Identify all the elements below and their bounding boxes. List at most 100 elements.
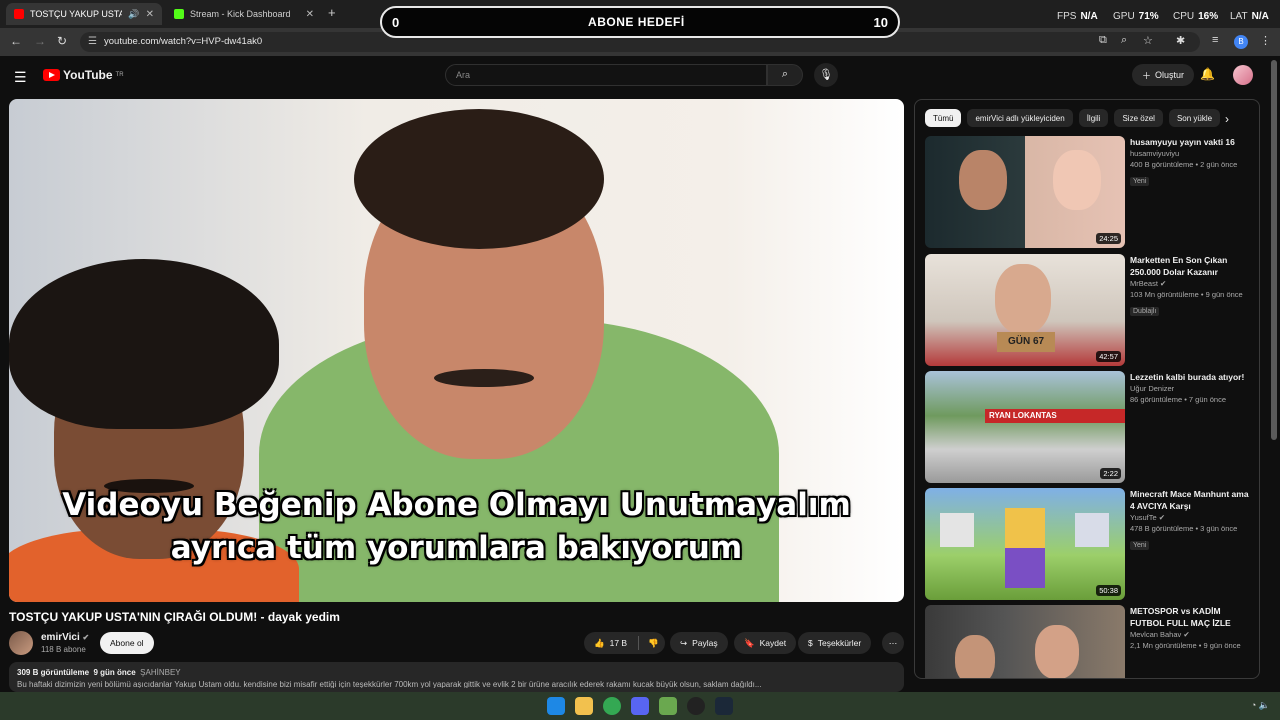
- share-button[interactable]: ↪ Paylaş: [670, 632, 728, 654]
- caption-line-1: Videoyu Beğenip Abone Olmayı Unutmayalım: [62, 487, 851, 523]
- rec-channel-text: Mevlcan Bahav: [1130, 630, 1182, 639]
- rec-meta: 86 görüntüleme • 7 gün önce: [1130, 395, 1227, 404]
- tab-title: Stream - Kick Dashboard: [190, 9, 291, 19]
- media-icon[interactable]: ≡: [1212, 34, 1218, 46]
- video-thumbnail[interactable]: [925, 605, 1125, 678]
- rec-meta: 2,1 Mn görüntüleme • 9 gün önce: [1130, 641, 1241, 650]
- account-avatar[interactable]: [1233, 65, 1253, 85]
- youtube-header: ☰ YouTube TR Ara ⌕ 🎙 ＋ Oluştur 🔔: [0, 56, 1280, 96]
- microphone-icon[interactable]: 🎙: [814, 63, 838, 87]
- video-caption: Videoyu Beğenip Abone Olmayı Unutmayalım…: [9, 484, 904, 570]
- search-icon[interactable]: ⌕: [767, 64, 803, 86]
- subscribe-button[interactable]: Abone ol: [100, 632, 154, 654]
- rec-channel-text: MrBeast: [1130, 279, 1158, 288]
- notifications-bell-icon[interactable]: 🔔: [1200, 67, 1215, 81]
- thumbs-up-icon: 👍: [594, 637, 605, 648]
- speaker-tray-icon: 🔈: [1258, 700, 1270, 710]
- channel-name-text: emirVici: [41, 632, 80, 643]
- save-button[interactable]: 🔖 Kaydet: [734, 632, 797, 654]
- like-button[interactable]: 👍 17 B 👎: [584, 632, 665, 654]
- location-tag[interactable]: ŞAHİNBEY: [140, 668, 180, 677]
- chrome-icon[interactable]: [603, 697, 621, 715]
- thumb-sign: GÜN 67: [997, 332, 1055, 352]
- rec-title: METOSPOR vs KADİM FUTBOL FULL MAÇ İZLE: [1130, 606, 1231, 628]
- youtube-logo[interactable]: YouTube TR: [43, 68, 124, 82]
- thanks-button[interactable]: $ Teşekkürler: [798, 632, 872, 654]
- video-thumbnail[interactable]: RYAN LOKANTAS 2:22: [925, 371, 1125, 483]
- rec-title: Marketten En Son Çıkan 250.000 Dolar Kaz…: [1130, 255, 1228, 277]
- close-tab-icon[interactable]: ✕: [306, 9, 314, 20]
- video-player[interactable]: Videoyu Beğenip Abone Olmayı Unutmayalım…: [9, 99, 904, 602]
- zoom-icon[interactable]: ⌕: [1121, 34, 1127, 47]
- chip-all[interactable]: Tümü: [925, 109, 962, 127]
- recommendation-item[interactable]: 50:38 Minecraft Mace Manhunt ama 4 AVCIY…: [925, 488, 1255, 600]
- chevron-right-icon[interactable]: ›: [1225, 112, 1229, 126]
- bookmark-star-icon[interactable]: ☆: [1143, 34, 1153, 47]
- obs-icon[interactable]: [687, 697, 705, 715]
- chip-from-uploader[interactable]: emirVici adlı yükleyiciden: [967, 109, 1073, 127]
- install-icon[interactable]: ⧉: [1099, 34, 1107, 47]
- recommendation-item[interactable]: GÜN 67 42:57 Marketten En Son Çıkan 250.…: [925, 254, 1255, 366]
- recommendation-item[interactable]: 24:25 husamyuyu yayın vakti 16 husamviyu…: [925, 136, 1255, 248]
- channel-avatar[interactable]: [9, 631, 33, 655]
- profile-avatar[interactable]: B: [1234, 35, 1248, 49]
- description-box[interactable]: 309 B görüntüleme 9 gün önce ŞAHİNBEY Bu…: [9, 662, 904, 692]
- logo-text: YouTube: [63, 68, 113, 82]
- site-info-icon[interactable]: ☰: [88, 36, 97, 47]
- share-icon: ↪: [680, 637, 688, 648]
- create-label: Oluştur: [1155, 70, 1185, 80]
- cpu-value: 16%: [1198, 11, 1219, 22]
- rec-channel: MrBeast ✔: [1130, 278, 1255, 289]
- system-tray[interactable]: ◔ 🔈: [1251, 700, 1270, 711]
- verified-icon: ✔: [1183, 630, 1190, 639]
- description-text: Bu haftaki dizimizin yeni bölümü aşıcıda…: [17, 680, 762, 688]
- channel-name[interactable]: emirVici ✔: [41, 632, 89, 643]
- recommendation-item[interactable]: METOSPOR vs KADİM FUTBOL FULL MAÇ İZLE M…: [925, 605, 1255, 678]
- menu-kebab-icon[interactable]: ⋮: [1260, 34, 1271, 47]
- duration-badge: 42:57: [1096, 351, 1121, 362]
- thumbs-down-icon[interactable]: 👎: [648, 638, 659, 649]
- video-thumbnail[interactable]: 24:25: [925, 136, 1125, 248]
- hamburger-menu-icon[interactable]: ☰: [14, 69, 27, 86]
- verified-icon: ✔: [1158, 513, 1166, 522]
- more-actions-icon[interactable]: ⋯: [882, 632, 904, 654]
- rec-meta: 103 Mn görüntüleme • 9 gün önce: [1130, 290, 1243, 299]
- chip-related[interactable]: İlgili: [1078, 109, 1109, 127]
- file-explorer-icon[interactable]: [575, 697, 593, 715]
- close-tab-icon[interactable]: ✕: [146, 9, 154, 20]
- tab-kick[interactable]: Stream - Kick Dashboard ✕: [166, 3, 322, 25]
- rec-title: Lezzetin kalbi burada atıyor!: [1130, 372, 1245, 382]
- thanks-icon: $: [808, 638, 813, 648]
- chip-recent[interactable]: Son yükle: [1168, 109, 1221, 127]
- search-input[interactable]: Ara: [445, 64, 767, 86]
- video-thumbnail[interactable]: 50:38: [925, 488, 1125, 600]
- chip-for-you[interactable]: Size özel: [1114, 109, 1163, 127]
- extensions-icon[interactable]: ✱: [1176, 34, 1185, 47]
- create-button[interactable]: ＋ Oluştur: [1132, 64, 1195, 86]
- verified-icon: ✔: [1160, 279, 1167, 288]
- view-count: 309 B görüntüleme: [17, 668, 90, 677]
- rec-channel: Mevlcan Bahav ✔: [1130, 629, 1255, 640]
- reload-icon[interactable]: ↻: [57, 34, 67, 48]
- new-tab-icon[interactable]: +: [328, 5, 336, 20]
- windows-start-icon[interactable]: [547, 697, 565, 715]
- back-icon[interactable]: ←: [10, 34, 22, 48]
- forward-icon[interactable]: →: [34, 34, 46, 48]
- discord-icon[interactable]: [631, 697, 649, 715]
- cpu-label: CPU: [1173, 11, 1195, 22]
- page-scrollbar[interactable]: [1271, 60, 1277, 440]
- fps-label: FPS: [1057, 11, 1077, 22]
- verified-icon: ✔: [82, 633, 90, 642]
- speaker-icon[interactable]: 🔊: [128, 9, 139, 20]
- region-code: TR: [115, 72, 124, 78]
- thumb-shop-sign: RYAN LOKANTAS: [985, 409, 1125, 423]
- recommendation-item[interactable]: RYAN LOKANTAS 2:22 Lezzetin kalbi burada…: [925, 371, 1255, 483]
- video-thumbnail[interactable]: GÜN 67 42:57: [925, 254, 1125, 366]
- caption-line-2: ayrıca tüm yorumlara bakıyorum: [170, 530, 743, 566]
- taskbar: [0, 692, 1280, 720]
- steam-icon[interactable]: [715, 697, 733, 715]
- fps-stat: FPS N/A: [1057, 11, 1098, 22]
- tab-youtube[interactable]: TOSTÇU YAKUP USTA'NIN Ç 🔊 ✕: [6, 3, 162, 25]
- minecraft-icon[interactable]: [659, 697, 677, 715]
- duration-badge: 2:22: [1100, 468, 1121, 479]
